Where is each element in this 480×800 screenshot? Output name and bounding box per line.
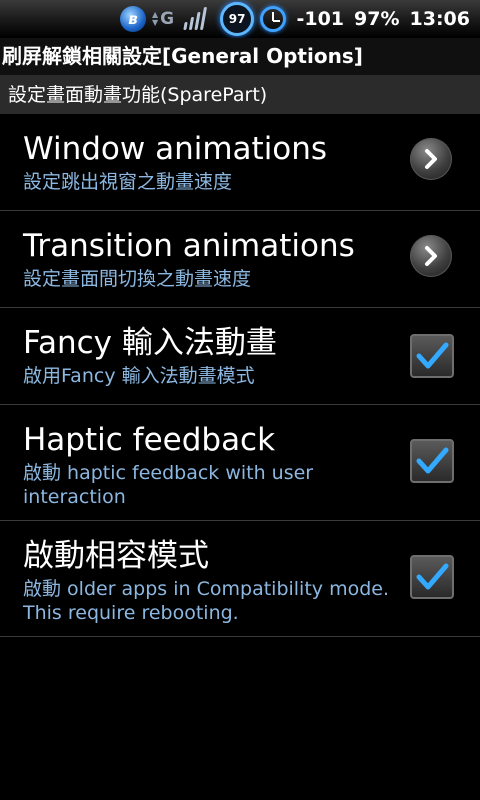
network-type-label: G xyxy=(160,9,175,29)
checkbox-checked[interactable] xyxy=(410,439,454,483)
battery-ring-icon: 97 xyxy=(220,2,255,36)
checkmark-icon xyxy=(416,447,449,474)
checkmark-icon xyxy=(416,342,449,369)
page-title: 刷屏解鎖相關設定[General Options] xyxy=(0,38,480,76)
checkbox-checked[interactable] xyxy=(410,555,454,599)
pref-haptic-feedback[interactable]: Haptic feedback 啟動 haptic feedback with … xyxy=(0,405,480,521)
alarm-clock-icon xyxy=(260,6,287,32)
status-bar: ʙ ▲ ▼ G 97 -101 97% 13:06 xyxy=(0,0,480,38)
chevron-right-icon[interactable] xyxy=(410,138,452,180)
clock: 13:06 xyxy=(409,8,470,30)
data-activity-icon: ▲ ▼ xyxy=(152,10,159,27)
pref-compatibility-mode[interactable]: 啟動相容模式 啟動 older apps in Compatibility mo… xyxy=(0,521,480,637)
checkbox-checked[interactable] xyxy=(410,334,454,378)
status-icons: ʙ ▲ ▼ G 97 xyxy=(120,2,287,36)
pref-transition-animations[interactable]: Transition animations 設定畫面間切換之動畫速度 xyxy=(0,211,480,308)
battery-ring-value: 97 xyxy=(228,12,246,26)
pref-summary: 設定畫面間切換之動畫速度 xyxy=(23,268,252,290)
pref-summary: 啟動 older apps in Compatibility mode. Thi… xyxy=(23,578,389,624)
battery-percent: 97% xyxy=(354,8,400,30)
chevron-right-icon[interactable] xyxy=(410,235,452,277)
wifi-signal-icon xyxy=(180,6,214,32)
pref-summary: 設定跳出視窗之動畫速度 xyxy=(23,171,233,193)
pref-summary: 啟用Fancy 輸入法動畫模式 xyxy=(23,365,255,387)
pref-fancy-ime-animation[interactable]: Fancy 輸入法動畫 啟用Fancy 輸入法動畫模式 xyxy=(0,308,480,405)
pref-summary: 啟動 haptic feedback with user interaction xyxy=(23,462,314,508)
pref-window-animations[interactable]: Window animations 設定跳出視窗之動畫速度 xyxy=(0,114,480,211)
status-text: -101 97% 13:06 xyxy=(296,0,470,38)
checkmark-icon xyxy=(416,563,449,590)
network-indicator: ▲ ▼ G xyxy=(152,9,174,29)
section-header: 設定畫面動畫功能(SparePart) xyxy=(0,76,480,114)
preference-list: Window animations 設定跳出視窗之動畫速度 Transition… xyxy=(0,114,480,637)
signal-strength: -101 xyxy=(296,8,345,30)
bluetooth-icon: ʙ xyxy=(120,6,146,32)
